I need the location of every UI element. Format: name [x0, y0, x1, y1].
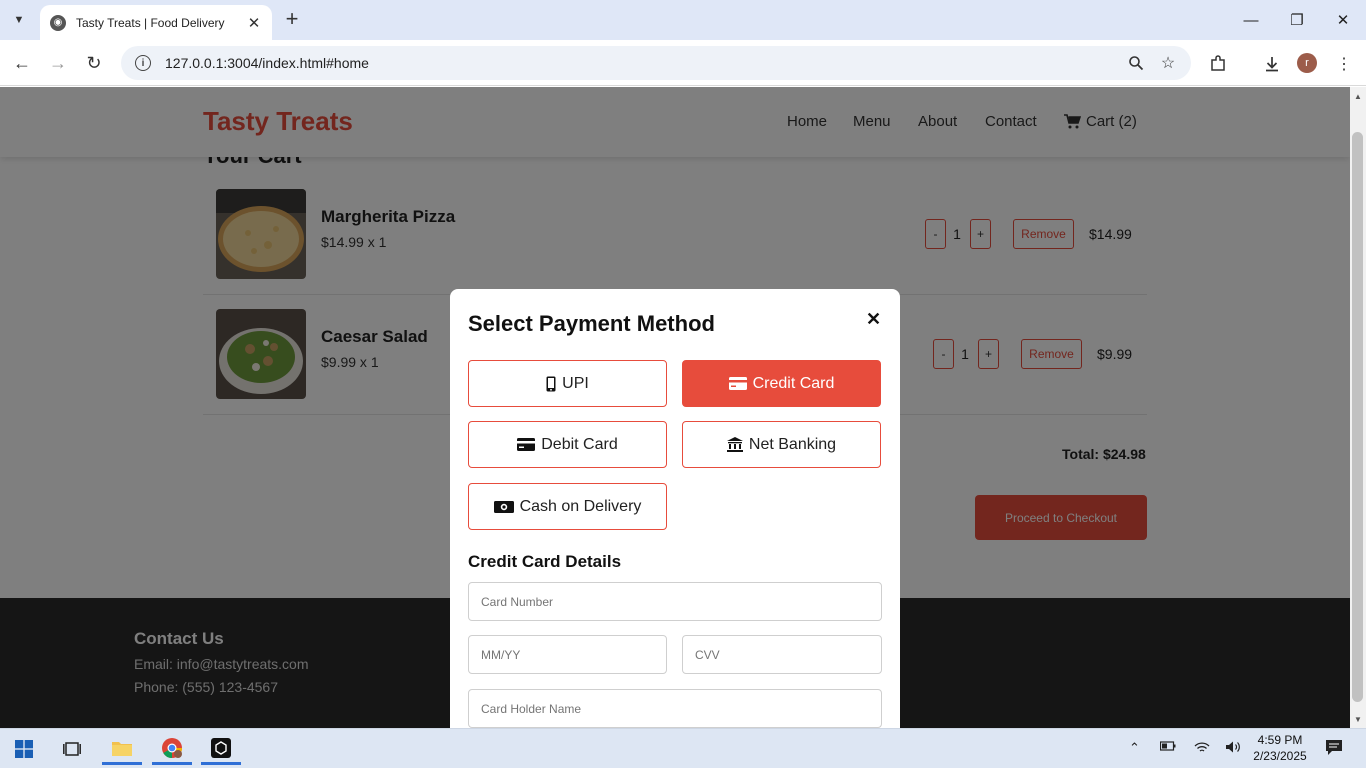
extensions-icon[interactable] [1207, 53, 1229, 75]
payment-modal: Select Payment Method ✕ UPI Credit Card … [450, 289, 900, 728]
back-button[interactable]: ← [7, 48, 37, 78]
chrome-icon[interactable] [152, 733, 192, 765]
cash-icon [493, 500, 514, 514]
clock-time: 4:59 PM [1257, 733, 1303, 747]
credit-card-icon [728, 377, 747, 390]
scrollbar-thumb[interactable] [1352, 132, 1363, 702]
page-scrollbar[interactable]: ▲ ▼ [1350, 87, 1366, 728]
browser-toolbar: ← → ↻ i 127.0.0.1:3004/index.html#home ☆… [0, 40, 1366, 86]
notification-icon[interactable] [1325, 738, 1343, 759]
bank-icon [726, 437, 743, 452]
bookmark-star-icon[interactable]: ☆ [1155, 52, 1181, 74]
payment-debit-card-button[interactable]: Debit Card [468, 421, 667, 468]
tab-title: Tasty Treats | Food Delivery [76, 15, 225, 30]
task-view-icon[interactable] [52, 733, 92, 765]
scroll-up-arrow[interactable]: ▲ [1350, 89, 1366, 103]
payment-upi-label: UPI [562, 374, 589, 392]
payment-net-banking-label: Net Banking [748, 435, 837, 453]
minimize-button[interactable]: — [1228, 0, 1274, 40]
restore-button[interactable]: ❐ [1274, 0, 1320, 40]
menu-kebab-icon[interactable]: ⋮ [1333, 53, 1355, 75]
card-holder-input[interactable] [468, 689, 882, 728]
site-info-icon[interactable]: i [135, 55, 151, 71]
tab-list-button[interactable]: ▼ [6, 7, 32, 33]
windows-start-icon[interactable] [4, 733, 44, 765]
volume-icon[interactable] [1225, 740, 1241, 757]
card-number-input[interactable] [468, 582, 882, 621]
web-page: Tasty Treats Home Menu About Contact Car… [0, 87, 1350, 728]
expiry-input[interactable] [468, 635, 667, 674]
show-hidden-icons-icon[interactable]: ⌃ [1129, 740, 1140, 756]
network-icon[interactable] [1194, 740, 1210, 757]
clock-date: 2/23/2025 [1253, 749, 1307, 763]
modal-title: Select Payment Method [468, 311, 715, 336]
new-tab-button[interactable]: + [280, 7, 304, 33]
browser-tab-bar: ▼ ◉ Tasty Treats | Food Delivery ✕ + — ❐… [0, 0, 1366, 40]
forward-button[interactable]: → [43, 48, 73, 78]
cvv-input[interactable] [682, 635, 882, 674]
file-explorer-icon[interactable] [102, 733, 142, 765]
payment-credit-card-button[interactable]: Credit Card [682, 360, 881, 407]
taskbar: ⌃ 4:59 PM 2/23/2025 [0, 728, 1366, 768]
downloads-icon[interactable] [1261, 53, 1283, 75]
credit-card-details-heading: Credit Card Details [468, 552, 622, 571]
payment-debit-card-label: Debit Card [541, 435, 618, 453]
payment-net-banking-button[interactable]: Net Banking [682, 421, 881, 468]
payment-cash-on-delivery-label: Cash on Delivery [519, 497, 642, 515]
close-window-button[interactable]: ✕ [1320, 0, 1366, 40]
globe-icon: ◉ [50, 14, 66, 31]
payment-upi-button[interactable]: UPI [468, 360, 667, 407]
zoom-icon[interactable] [1123, 52, 1149, 74]
mobile-icon [546, 376, 556, 392]
reload-button[interactable]: ↻ [79, 48, 109, 78]
payment-cash-on-delivery-button[interactable]: Cash on Delivery [468, 483, 667, 530]
close-icon[interactable]: ✕ [866, 309, 881, 330]
debit-card-icon [517, 438, 536, 451]
taskbar-clock[interactable]: 4:59 PM 2/23/2025 [1252, 732, 1308, 764]
address-bar[interactable]: i 127.0.0.1:3004/index.html#home ☆ [121, 46, 1191, 80]
profile-avatar[interactable]: r [1297, 53, 1317, 73]
close-tab-icon[interactable]: ✕ [246, 14, 262, 32]
browser-tab[interactable]: ◉ Tasty Treats | Food Delivery ✕ [40, 5, 272, 40]
payment-credit-card-label: Credit Card [752, 374, 835, 392]
url-text: 127.0.0.1:3004/index.html#home [165, 55, 369, 71]
app-cube-icon[interactable] [201, 733, 241, 765]
scroll-down-arrow[interactable]: ▼ [1350, 712, 1366, 726]
battery-icon[interactable] [1159, 740, 1176, 755]
